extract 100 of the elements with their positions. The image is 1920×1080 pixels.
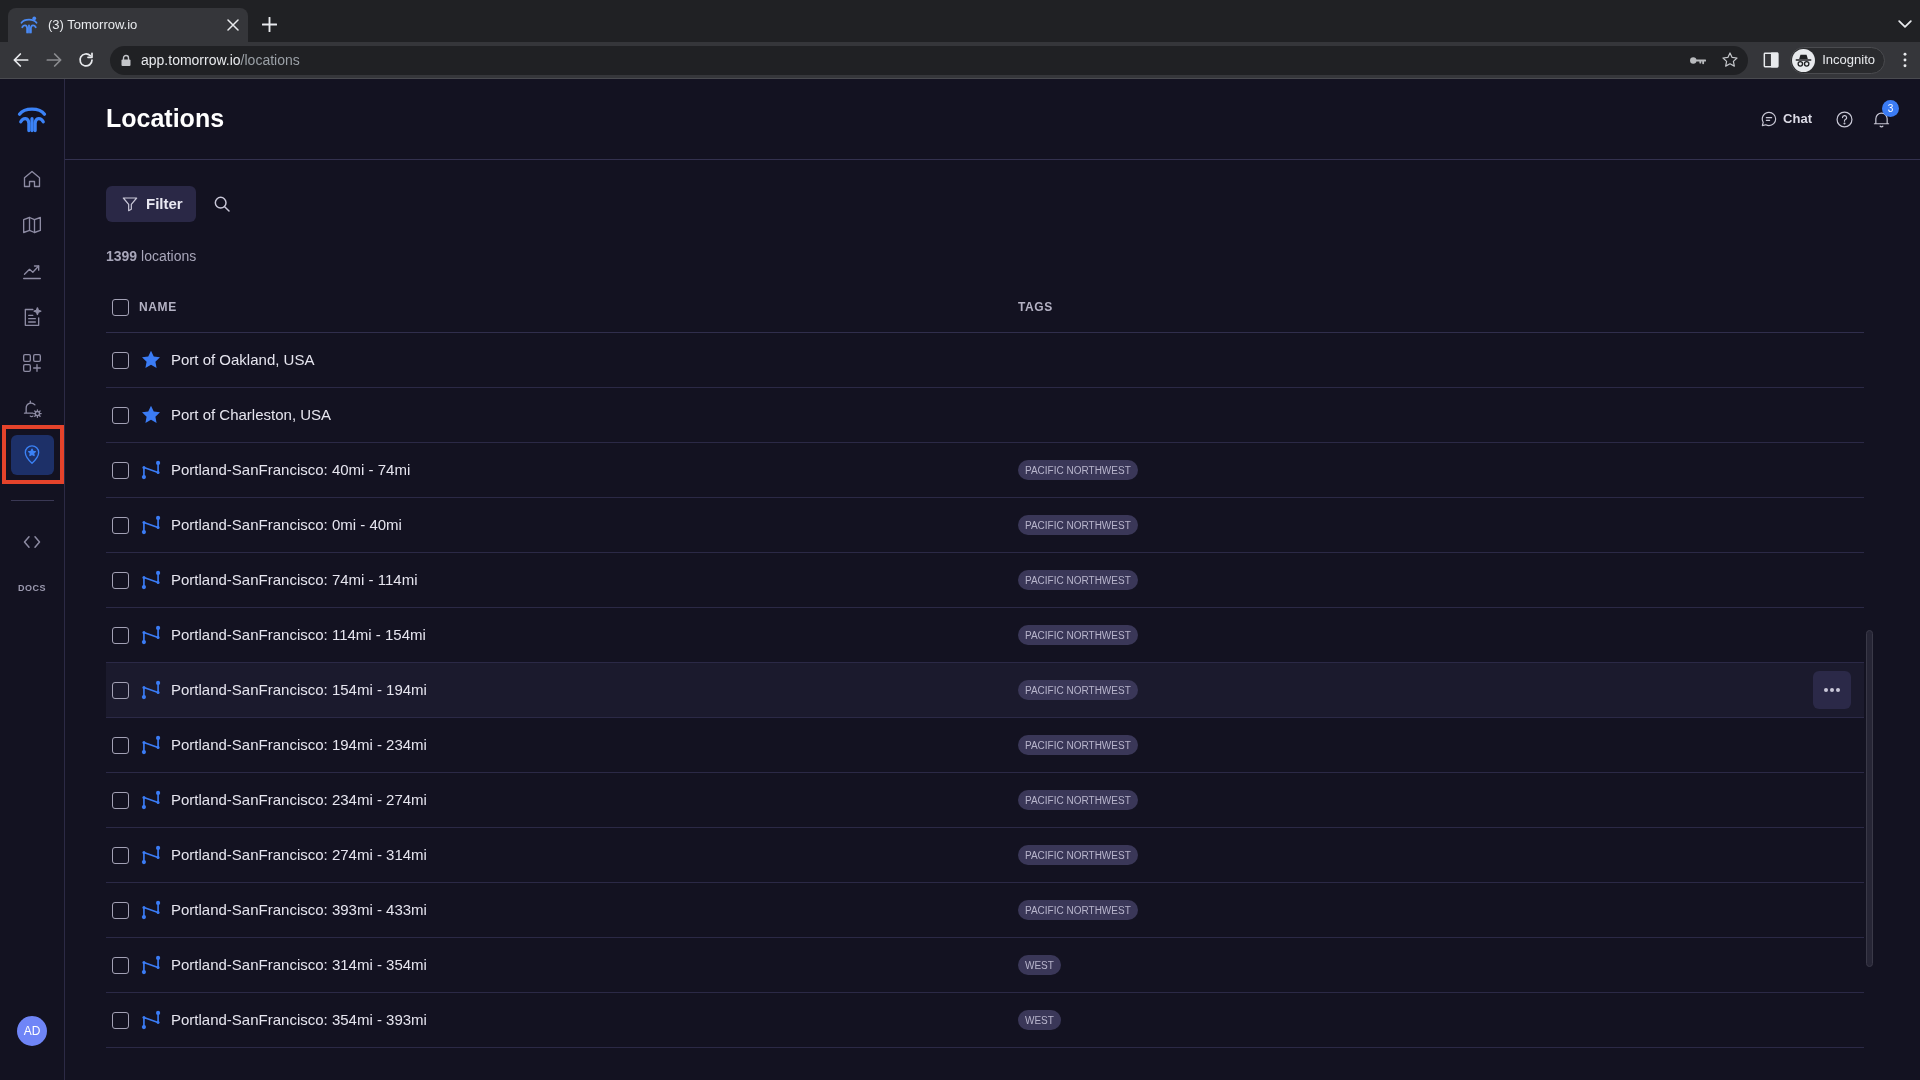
tag: PACIFIC NORTHWEST xyxy=(1018,845,1138,865)
tag: PACIFIC NORTHWEST xyxy=(1018,625,1138,645)
location-count: 1399 locations xyxy=(106,247,197,266)
bell-icon[interactable] xyxy=(1873,110,1890,128)
table-row[interactable]: Portland-SanFrancisco: 194mi - 234mi PACIFIC NORTHWEST xyxy=(106,718,1864,773)
route-icon xyxy=(141,735,161,755)
code-brackets-icon[interactable] xyxy=(23,533,41,551)
table-row[interactable]: Port of Charleston, USA xyxy=(106,388,1864,443)
location-name: Portland-SanFrancisco: 40mi - 74mi xyxy=(171,459,411,480)
table-row[interactable]: Portland-SanFrancisco: 274mi - 314mi PACIFIC NORTHWEST xyxy=(106,828,1864,883)
row-checkbox[interactable] xyxy=(112,571,129,589)
route-icon xyxy=(141,460,161,480)
bell-gear-icon xyxy=(22,399,42,419)
speech-bubble-icon xyxy=(1761,111,1778,127)
table-row[interactable]: Portland-SanFrancisco: 74mi - 114mi PACIFIC NORTHWEST xyxy=(106,553,1864,608)
location-name: Portland-SanFrancisco: 234mi - 274mi xyxy=(171,789,427,810)
address-bar[interactable]: app.tomorrow.io/locations xyxy=(110,45,1749,75)
column-header: NAME xyxy=(139,299,177,316)
document-sparkle-icon xyxy=(22,307,42,327)
location-name: Portland-SanFrancisco: 393mi - 433mi xyxy=(171,899,427,920)
close-icon[interactable] xyxy=(227,19,239,31)
select-all-checkbox[interactable] xyxy=(112,298,129,316)
location-name: Port of Charleston, USA xyxy=(171,404,332,425)
tag: WEST xyxy=(1018,955,1061,975)
table-row[interactable]: Portland-SanFrancisco: 0mi - 40mi PACIFIC NORTHWEST xyxy=(106,498,1864,553)
tag: PACIFIC NORTHWEST xyxy=(1018,515,1138,535)
row-checkbox[interactable] xyxy=(112,626,129,644)
route-icon xyxy=(141,900,161,920)
chevron-down-icon[interactable] xyxy=(1898,17,1912,31)
search-icon[interactable] xyxy=(213,196,230,212)
row-checkbox[interactable] xyxy=(112,1011,129,1029)
side-panel-icon[interactable] xyxy=(1763,52,1780,68)
table-row[interactable]: Portland-SanFrancisco: 40mi - 74mi PACIFIC NORTHWEST xyxy=(106,443,1864,498)
arcs-favicon xyxy=(20,16,38,34)
location-name: Portland-SanFrancisco: 74mi - 114mi xyxy=(171,569,418,590)
tag: PACIFIC NORTHWEST xyxy=(1018,790,1138,810)
row-checkbox[interactable] xyxy=(112,406,129,424)
ellipsis-icon xyxy=(1824,688,1840,692)
tag: WEST xyxy=(1018,1010,1061,1030)
pin-star-icon xyxy=(22,445,42,465)
browser-tab[interactable]: (3) Tomorrow.io xyxy=(8,8,248,42)
table-row[interactable]: Port of Oakland, USA xyxy=(106,333,1864,388)
incognito-icon xyxy=(1792,48,1816,72)
funnel-icon xyxy=(122,196,138,212)
route-icon xyxy=(141,845,161,865)
url-text: app.tomorrow.io/locations xyxy=(141,50,300,70)
profile-button[interactable]: Incognito xyxy=(1790,46,1885,74)
route-icon xyxy=(141,790,161,810)
tag: PACIFIC NORTHWEST xyxy=(1018,900,1138,920)
location-name: Portland-SanFrancisco: 0mi - 40mi xyxy=(171,514,402,535)
location-name: Port of Oakland, USA xyxy=(171,349,315,370)
column-header: TAGS xyxy=(1018,299,1053,316)
scrollbar-thumb[interactable] xyxy=(1866,630,1873,967)
row-checkbox[interactable] xyxy=(112,736,129,754)
route-icon xyxy=(141,955,161,975)
route-icon xyxy=(141,570,161,590)
table-row[interactable]: Portland-SanFrancisco: 234mi - 274mi PACIFIC NORTHWEST xyxy=(106,773,1864,828)
docs-link[interactable]: DOCS xyxy=(17,582,47,596)
back-arrow-icon[interactable] xyxy=(13,52,29,68)
filter-button[interactable]: Filter xyxy=(106,186,196,222)
chat-button[interactable]: Chat xyxy=(1761,109,1812,129)
row-checkbox[interactable] xyxy=(112,901,129,919)
row-checkbox[interactable] xyxy=(112,461,129,479)
plus-icon[interactable] xyxy=(262,17,277,32)
table-row[interactable]: Portland-SanFrancisco: 314mi - 354mi WEST xyxy=(106,938,1864,993)
page-title: Locations xyxy=(106,103,225,135)
forward-arrow-icon[interactable] xyxy=(46,52,62,68)
location-name: Portland-SanFrancisco: 194mi - 234mi xyxy=(171,734,427,755)
location-name: Portland-SanFrancisco: 114mi - 154mi xyxy=(171,624,426,645)
row-checkbox[interactable] xyxy=(112,351,129,369)
route-icon xyxy=(141,1010,161,1030)
tag: PACIFIC NORTHWEST xyxy=(1018,570,1138,590)
location-name: Portland-SanFrancisco: 274mi - 314mi xyxy=(171,844,427,865)
help-icon[interactable] xyxy=(1836,110,1853,128)
row-checkbox[interactable] xyxy=(112,516,129,534)
route-icon xyxy=(141,680,161,700)
star-outline-icon[interactable] xyxy=(1722,52,1739,68)
reload-icon[interactable] xyxy=(78,52,94,68)
notification-count: 3 xyxy=(1882,99,1899,117)
row-checkbox[interactable] xyxy=(112,846,129,864)
sidebar-nav-item[interactable] xyxy=(10,435,54,475)
grid-plus-icon xyxy=(22,353,42,373)
route-icon xyxy=(141,625,161,645)
tag: PACIFIC NORTHWEST xyxy=(1018,460,1138,480)
location-name: Portland-SanFrancisco: 154mi - 194mi xyxy=(171,679,427,700)
lock-icon xyxy=(120,53,132,67)
row-checkbox[interactable] xyxy=(112,681,129,699)
table-row[interactable]: Portland-SanFrancisco: 354mi - 393mi WEST xyxy=(106,993,1864,1048)
location-name: Portland-SanFrancisco: 314mi - 354mi xyxy=(171,954,427,975)
location-name: Portland-SanFrancisco: 354mi - 393mi xyxy=(171,1009,427,1030)
table-row[interactable]: Portland-SanFrancisco: 154mi - 194mi PACIFIC NORTHWEST xyxy=(106,663,1864,718)
table-row[interactable]: Portland-SanFrancisco: 393mi - 433mi PACIFIC NORTHWEST xyxy=(106,883,1864,938)
star-icon xyxy=(141,405,161,425)
map-icon xyxy=(22,215,42,235)
house-icon xyxy=(22,169,42,189)
row-checkbox[interactable] xyxy=(112,791,129,809)
row-checkbox[interactable] xyxy=(112,956,129,974)
route-icon xyxy=(141,515,161,535)
star-icon xyxy=(141,350,161,370)
more-button[interactable] xyxy=(1813,671,1851,709)
